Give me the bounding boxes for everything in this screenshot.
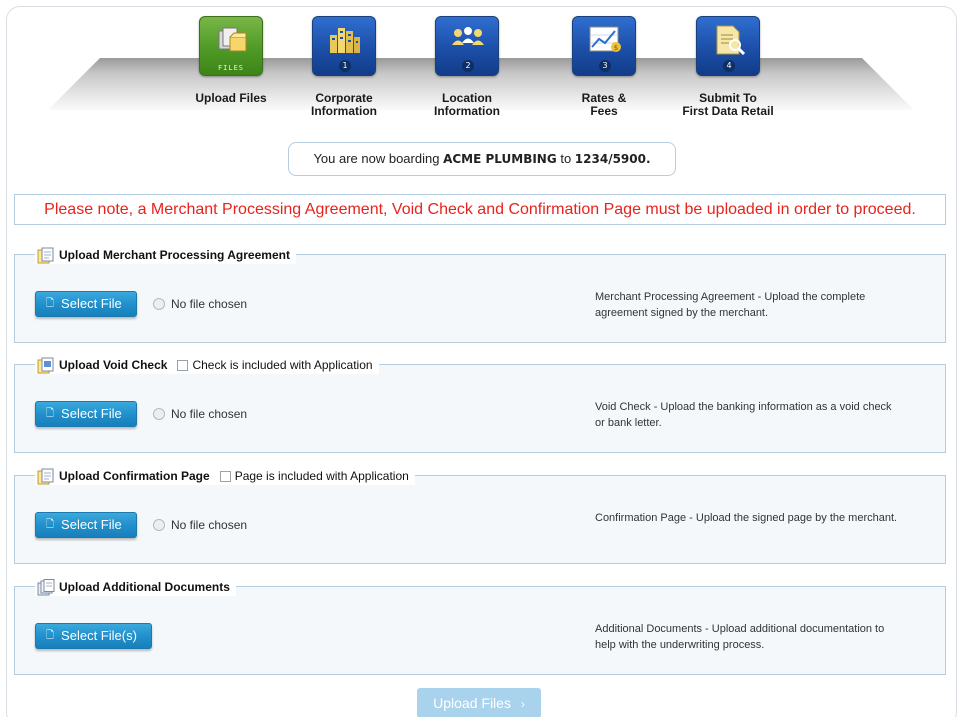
step-number: 4 xyxy=(723,60,735,72)
document-search-icon: 4 xyxy=(696,16,760,76)
section-description: Merchant Processing Agreement - Upload t… xyxy=(595,291,866,319)
section-legend: Upload Void Check Check is included with… xyxy=(35,356,379,374)
select-file-button[interactable]: 🗋 Select File xyxy=(35,291,137,317)
section-merchant-agreement: Upload Merchant Processing Agreement 🗋 S… xyxy=(14,246,946,343)
file-status: No file chosen xyxy=(153,297,247,311)
file-status-indicator xyxy=(153,298,165,310)
people-icon: 2 xyxy=(435,16,499,76)
checkbox-box[interactable] xyxy=(219,470,231,482)
checkbox-label: Page is included with Application xyxy=(234,469,409,483)
chevron-right-icon: › xyxy=(520,697,525,711)
select-file-label: Select File(s) xyxy=(61,628,137,643)
file-status: No file chosen xyxy=(153,407,247,421)
file-icon: 🗋 xyxy=(46,630,55,641)
document-icon xyxy=(37,357,55,374)
document-icon xyxy=(37,468,55,485)
section-title: Upload Merchant Processing Agreement xyxy=(59,248,290,262)
upload-files-label: Upload Files xyxy=(433,695,511,711)
select-file-button[interactable]: 🗋 Select File xyxy=(35,401,137,427)
section-description: Confirmation Page - Upload the signed pa… xyxy=(595,512,898,524)
step-label: Submit To First Data Retail xyxy=(682,91,774,118)
merchant-name: ACME PLUMBING xyxy=(443,152,557,166)
file-icon: 🗋 xyxy=(46,519,55,530)
select-file-label: Select File xyxy=(61,406,122,421)
step-label: Rates & Fees xyxy=(581,91,627,118)
documents-stack-icon xyxy=(37,578,55,596)
upload-files-button[interactable]: Upload Files › xyxy=(417,688,541,717)
file-status-text: No file chosen xyxy=(171,297,248,311)
file-status: No file chosen xyxy=(153,518,247,532)
step-number: 2 xyxy=(462,60,474,72)
svg-text:$: $ xyxy=(614,44,618,52)
people-glyph xyxy=(452,27,484,45)
document-icon xyxy=(37,247,55,264)
file-icon: 🗋 xyxy=(46,408,55,419)
file-status-text: No file chosen xyxy=(171,407,248,421)
boarding-prefix: You are now boarding xyxy=(313,151,440,166)
upload-files-icon: FILES xyxy=(199,16,263,76)
file-icon: 🗋 xyxy=(46,298,55,309)
select-file-button[interactable]: 🗋 Select File xyxy=(35,512,137,538)
buildings-icon: 1 xyxy=(312,16,376,76)
step-label: Corporate Information xyxy=(311,91,377,118)
step-number: 1 xyxy=(339,60,351,72)
account-number: 1234/5900. xyxy=(574,152,651,166)
section-legend: Upload Merchant Processing Agreement xyxy=(35,246,296,264)
file-status-indicator xyxy=(153,408,165,420)
boarding-middle: to xyxy=(560,151,572,166)
section-confirmation-page: Upload Confirmation Page Page is include… xyxy=(14,467,946,564)
section-title: Upload Void Check xyxy=(59,358,168,372)
section-void-check: Upload Void Check Check is included with… xyxy=(14,356,946,453)
select-files-button[interactable]: 🗋 Select File(s) xyxy=(35,623,152,649)
section-legend: Upload Confirmation Page Page is include… xyxy=(35,467,415,485)
doc-search-glyph xyxy=(716,25,745,55)
wizard-steps: FILES Upload Files 1 Corporate Informati… xyxy=(0,14,960,124)
required-uploads-notice: Please note, a Merchant Processing Agree… xyxy=(14,194,946,225)
checkbox-label: Check is included with Application xyxy=(192,358,373,372)
files-glyph xyxy=(218,27,247,52)
section-description: Additional Documents - Upload additional… xyxy=(595,623,885,651)
checkbox-box[interactable] xyxy=(177,359,189,371)
section-title: Upload Additional Documents xyxy=(59,580,230,594)
select-file-label: Select File xyxy=(61,296,122,311)
included-checkbox[interactable]: Page is included with Application xyxy=(219,469,409,483)
step-number: 3 xyxy=(599,60,611,72)
step-label: Location Information xyxy=(434,91,500,118)
boarding-banner: You are now boarding ACME PLUMBING to 12… xyxy=(288,142,676,176)
section-additional-documents: Upload Additional Documents 🗋 Select Fil… xyxy=(14,578,946,675)
file-status-indicator xyxy=(153,519,165,531)
step-label: Upload Files xyxy=(195,91,267,105)
step-badge: FILES xyxy=(217,64,245,72)
included-checkbox[interactable]: Check is included with Application xyxy=(177,358,373,372)
section-legend: Upload Additional Documents xyxy=(35,578,236,596)
section-description: Void Check - Upload the banking informat… xyxy=(595,401,892,429)
section-title: Upload Confirmation Page xyxy=(59,469,210,483)
select-file-label: Select File xyxy=(61,517,122,532)
chart-glyph: $ xyxy=(589,26,621,52)
buildings-glyph xyxy=(330,28,360,53)
rates-chart-icon: $ 3 xyxy=(572,16,636,76)
file-status-text: No file chosen xyxy=(171,518,248,532)
